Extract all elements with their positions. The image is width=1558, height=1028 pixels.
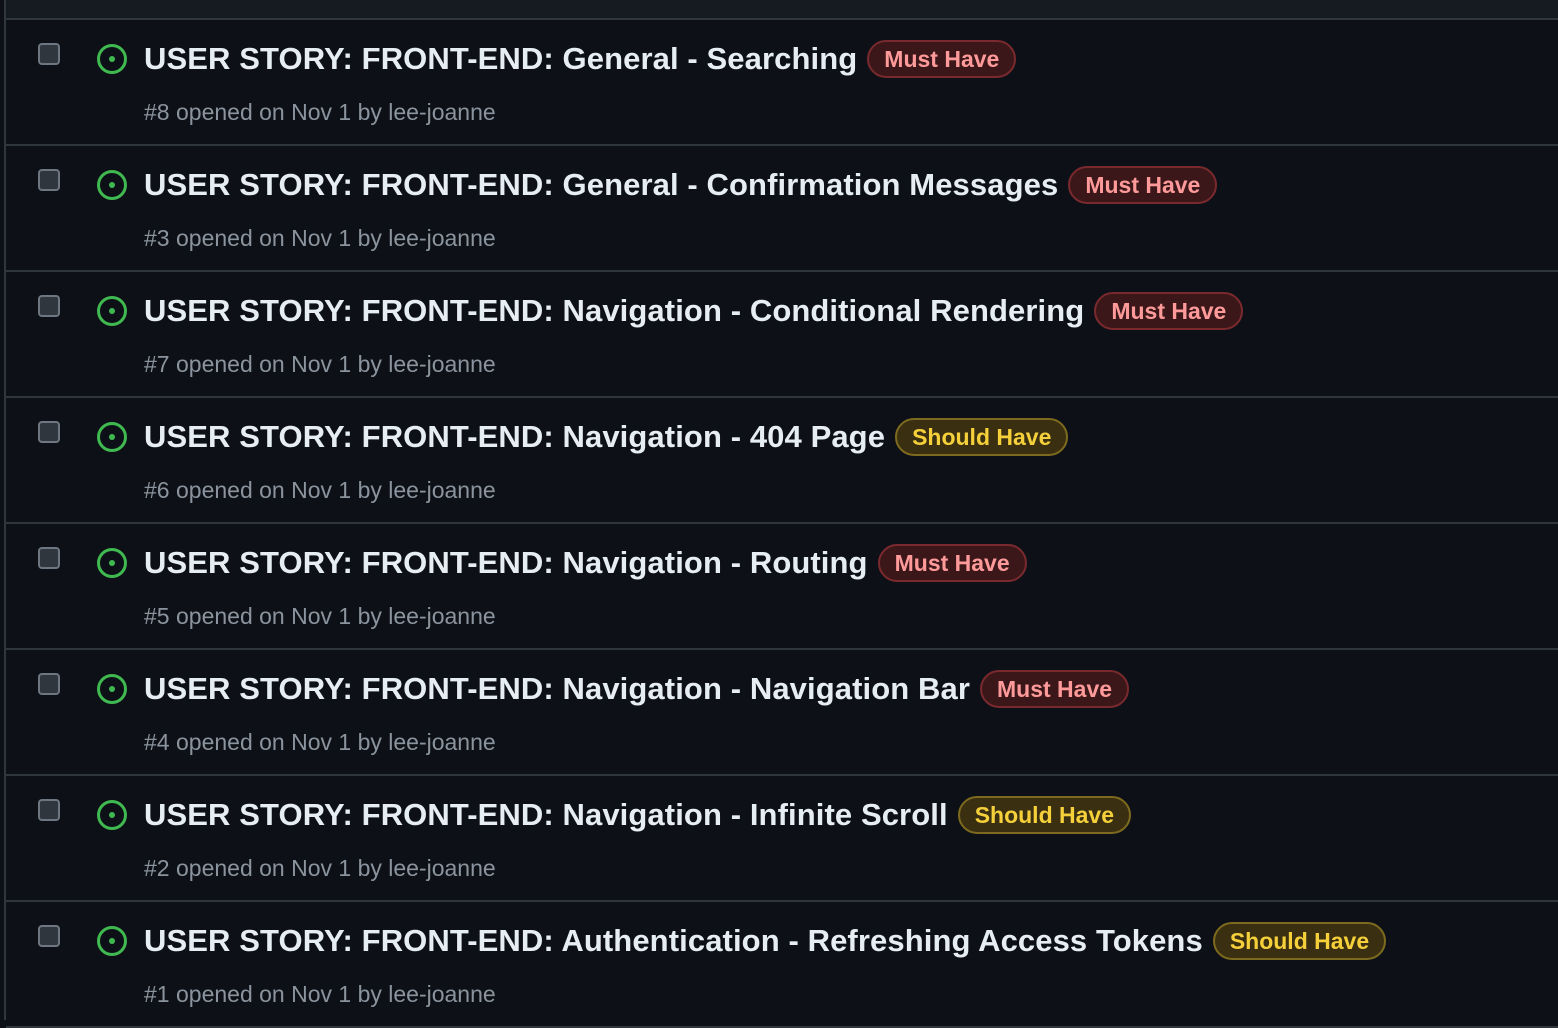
issue-number: #6	[144, 477, 170, 503]
issue-author-link[interactable]: lee-joanne	[388, 225, 495, 251]
issue-meta: #6 opened on Nov 1 by lee-joanne	[144, 477, 496, 504]
issue-select-checkbox[interactable]	[38, 799, 60, 821]
issue-opened-text: opened on Nov 1 by	[175, 855, 382, 881]
issue-opened-text: opened on Nov 1 by	[175, 351, 382, 377]
issue-opened-icon	[97, 800, 127, 830]
issue-select-checkbox[interactable]	[38, 43, 60, 65]
issue-row-8[interactable]: USER STORY: FRONT-END: Authentication - …	[6, 902, 1558, 1028]
issue-opened-text: opened on Nov 1 by	[175, 477, 382, 503]
issue-label[interactable]: Must Have	[1068, 166, 1218, 204]
issue-title-link[interactable]: USER STORY: FRONT-END: Authentication - …	[144, 923, 1203, 959]
issue-label[interactable]: Should Have	[957, 796, 1131, 834]
issue-number: #2	[144, 855, 170, 881]
issue-list: USER STORY: FRONT-END: General - Searchi…	[6, 20, 1558, 1028]
issue-title-line: USER STORY: FRONT-END: General - Confirm…	[144, 166, 1218, 204]
issue-title-line: USER STORY: FRONT-END: Authentication - …	[144, 922, 1387, 960]
issue-row-2[interactable]: USER STORY: FRONT-END: General - Confirm…	[6, 146, 1558, 272]
issue-title-link[interactable]: USER STORY: FRONT-END: Navigation - Rout…	[144, 545, 868, 581]
issue-label[interactable]: Must Have	[980, 670, 1130, 708]
issue-label[interactable]: Should Have	[1212, 922, 1387, 960]
issue-row-6[interactable]: USER STORY: FRONT-END: Navigation - Navi…	[6, 650, 1558, 776]
issue-opened-text: opened on Nov 1 by	[175, 981, 382, 1007]
issue-title-link[interactable]: USER STORY: FRONT-END: Navigation - Cond…	[144, 293, 1084, 329]
issue-opened-text: opened on Nov 1 by	[175, 225, 382, 251]
issue-row-3[interactable]: USER STORY: FRONT-END: Navigation - Cond…	[6, 272, 1558, 398]
issue-select-checkbox[interactable]	[38, 169, 60, 191]
issue-label[interactable]: Must Have	[877, 544, 1027, 582]
issue-label[interactable]: Must Have	[1094, 292, 1244, 330]
issue-select-checkbox[interactable]	[38, 547, 60, 569]
issue-opened-icon	[97, 674, 127, 704]
issue-meta: #1 opened on Nov 1 by lee-joanne	[144, 981, 496, 1008]
issue-number: #7	[144, 351, 170, 377]
issue-meta: #2 opened on Nov 1 by lee-joanne	[144, 855, 496, 882]
issue-author-link[interactable]: lee-joanne	[388, 351, 495, 377]
issue-meta: #4 opened on Nov 1 by lee-joanne	[144, 729, 496, 756]
issue-title-link[interactable]: USER STORY: FRONT-END: Navigation - Navi…	[144, 671, 970, 707]
issue-title-link[interactable]: USER STORY: FRONT-END: General - Confirm…	[144, 167, 1058, 203]
issue-opened-text: opened on Nov 1 by	[175, 729, 382, 755]
issue-title-link[interactable]: USER STORY: FRONT-END: General - Searchi…	[144, 41, 857, 77]
issue-author-link[interactable]: lee-joanne	[388, 99, 495, 125]
issue-author-link[interactable]: lee-joanne	[388, 603, 495, 629]
issue-list-panel: USER STORY: FRONT-END: General - Searchi…	[4, 0, 1558, 1028]
issue-meta: #8 opened on Nov 1 by lee-joanne	[144, 99, 496, 126]
issue-row-5[interactable]: USER STORY: FRONT-END: Navigation - Rout…	[6, 524, 1558, 650]
issue-author-link[interactable]: lee-joanne	[388, 855, 495, 881]
issue-number: #4	[144, 729, 170, 755]
issue-number: #8	[144, 99, 170, 125]
issue-opened-icon	[97, 926, 127, 956]
issue-title-link[interactable]: USER STORY: FRONT-END: Navigation - Infi…	[144, 797, 948, 833]
issue-meta: #3 opened on Nov 1 by lee-joanne	[144, 225, 496, 252]
issue-number: #5	[144, 603, 170, 629]
issue-select-checkbox[interactable]	[38, 421, 60, 443]
issue-title-line: USER STORY: FRONT-END: Navigation - Rout…	[144, 544, 1027, 582]
issue-select-checkbox[interactable]	[38, 925, 60, 947]
issue-opened-icon	[97, 296, 127, 326]
issue-opened-icon	[97, 44, 127, 74]
issue-opened-text: opened on Nov 1 by	[175, 99, 382, 125]
issue-author-link[interactable]: lee-joanne	[388, 477, 495, 503]
issue-title-line: USER STORY: FRONT-END: Navigation - 404 …	[144, 418, 1069, 456]
issue-title-line: USER STORY: FRONT-END: Navigation - Navi…	[144, 670, 1130, 708]
issue-meta: #5 opened on Nov 1 by lee-joanne	[144, 603, 496, 630]
issue-opened-text: opened on Nov 1 by	[175, 603, 382, 629]
issue-meta: #7 opened on Nov 1 by lee-joanne	[144, 351, 496, 378]
issue-opened-icon	[97, 170, 127, 200]
issue-opened-icon	[97, 548, 127, 578]
issue-select-checkbox[interactable]	[38, 295, 60, 317]
issue-author-link[interactable]: lee-joanne	[388, 981, 495, 1007]
issue-title-link[interactable]: USER STORY: FRONT-END: Navigation - 404 …	[144, 419, 885, 455]
issue-row-4[interactable]: USER STORY: FRONT-END: Navigation - 404 …	[6, 398, 1558, 524]
issue-title-line: USER STORY: FRONT-END: General - Searchi…	[144, 40, 1017, 78]
issue-title-line: USER STORY: FRONT-END: Navigation - Cond…	[144, 292, 1244, 330]
issue-label[interactable]: Should Have	[895, 418, 1069, 456]
issue-select-checkbox[interactable]	[38, 673, 60, 695]
issue-label[interactable]: Must Have	[867, 40, 1017, 78]
issue-author-link[interactable]: lee-joanne	[388, 729, 495, 755]
issue-title-line: USER STORY: FRONT-END: Navigation - Infi…	[144, 796, 1131, 834]
issue-number: #3	[144, 225, 170, 251]
issue-list-header	[6, 0, 1558, 20]
issue-row-1[interactable]: USER STORY: FRONT-END: General - Searchi…	[6, 20, 1558, 146]
issue-opened-icon	[97, 422, 127, 452]
issue-row-7[interactable]: USER STORY: FRONT-END: Navigation - Infi…	[6, 776, 1558, 902]
issue-number: #1	[144, 981, 170, 1007]
